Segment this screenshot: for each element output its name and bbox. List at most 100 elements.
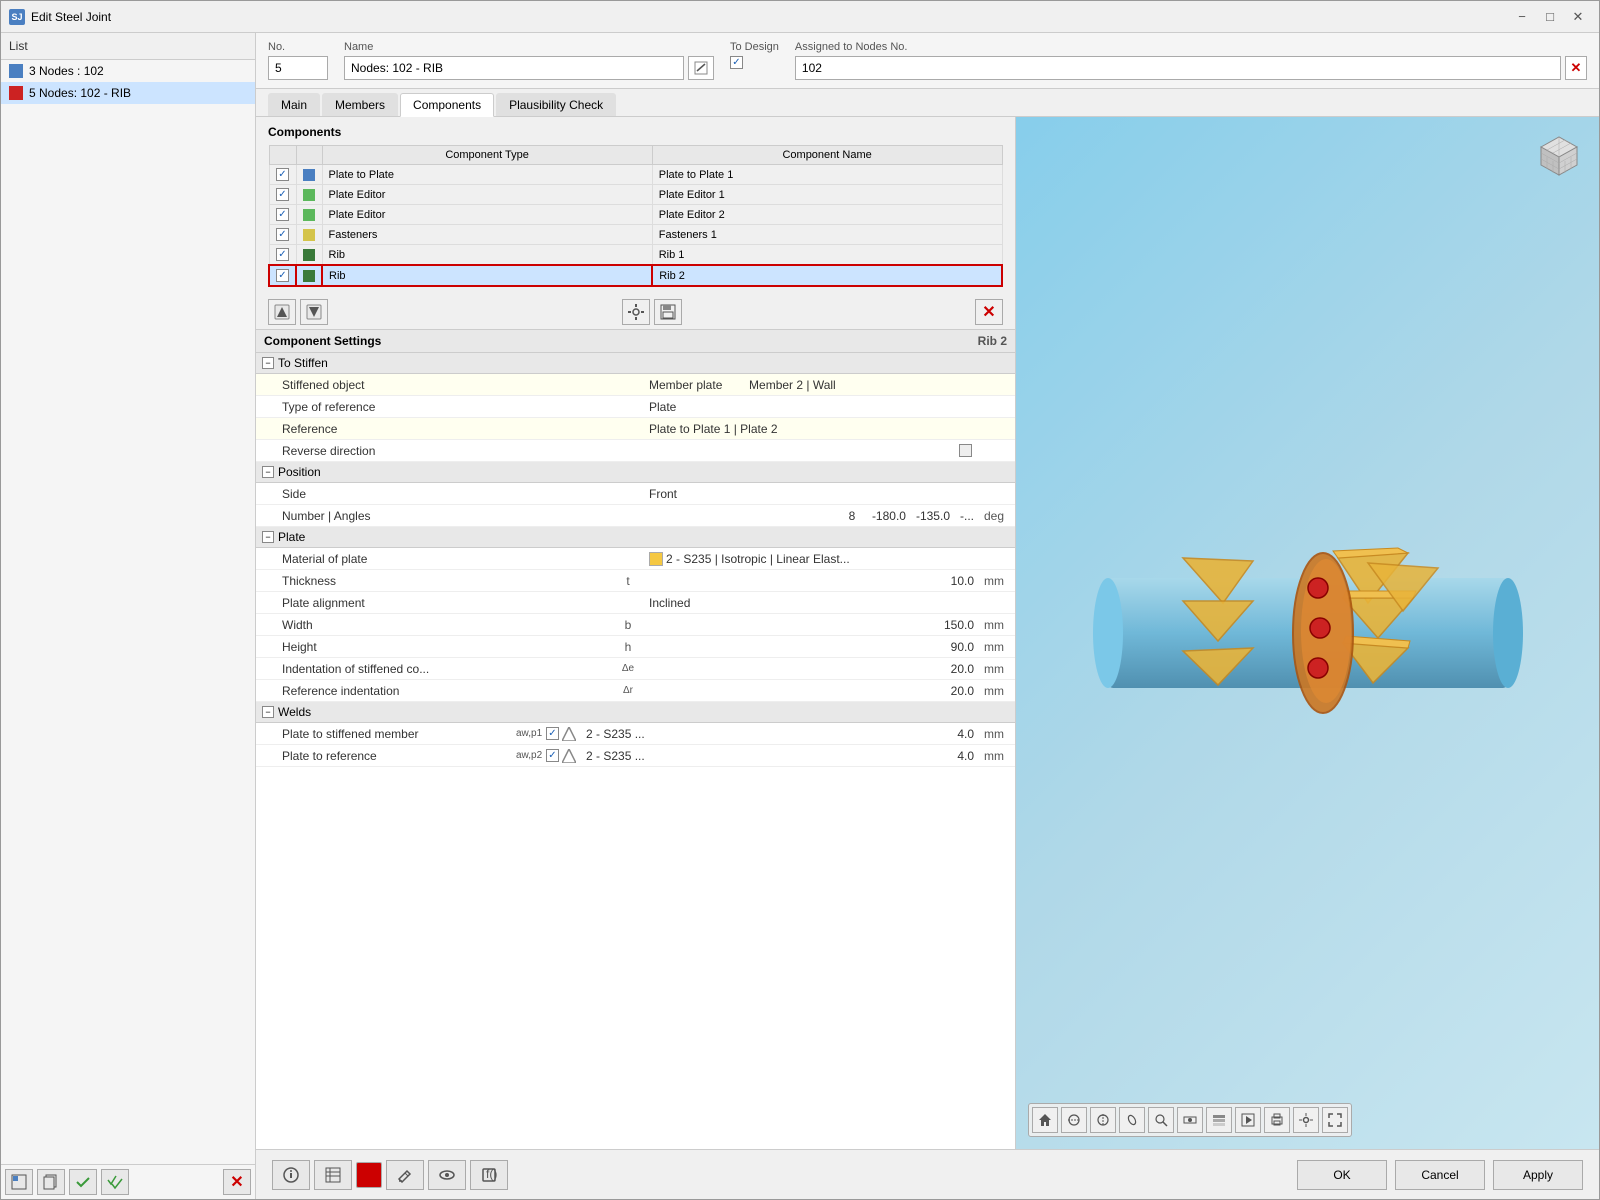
vp-render-btn[interactable] — [1235, 1107, 1261, 1133]
value-weld-stiffened-num[interactable]: 4.0 — [780, 725, 980, 743]
tab-plausibility[interactable]: Plausibility Check — [496, 93, 616, 116]
comp-row-check-0[interactable] — [276, 168, 289, 181]
symbol-stiffened — [613, 383, 643, 387]
assigned-clear-button[interactable]: ✕ — [1565, 56, 1587, 80]
ok-button[interactable]: OK — [1297, 1160, 1387, 1190]
unit-weld-reference: mm — [980, 747, 1015, 765]
sidebar-item-2[interactable]: 5 Nodes: 102 - RIB — [1, 82, 255, 104]
collapse-welds[interactable]: − — [262, 706, 274, 718]
collapse-to-stiffen[interactable]: − — [262, 357, 274, 369]
value-reference[interactable]: Plate to Plate 1 | Plate 2 — [643, 420, 980, 438]
vp-fit-btn[interactable] — [1322, 1107, 1348, 1133]
comp-row-check-3[interactable] — [276, 228, 289, 241]
comp-row-check-5[interactable] — [276, 269, 289, 282]
value-reverse — [642, 442, 980, 459]
action-calc-btn[interactable]: f() — [470, 1160, 508, 1190]
to-design-checkbox[interactable] — [730, 56, 743, 69]
no-input[interactable] — [268, 56, 328, 80]
symbol-weld-reference: aw,p2 — [512, 748, 542, 763]
comp-table-row-3[interactable]: Fasteners Fasteners 1 — [269, 225, 1002, 245]
value-height[interactable]: 90.0 — [643, 638, 980, 656]
tab-main[interactable]: Main — [268, 93, 320, 116]
comp-btn-down[interactable] — [300, 299, 328, 325]
sidebar-delete-button[interactable]: ✕ — [223, 1169, 251, 1195]
vp-view-btn[interactable] — [1177, 1107, 1203, 1133]
viewport[interactable] — [1016, 117, 1599, 1149]
value-material[interactable]: 2 - S235 | Isotropic | Linear Elast... — [643, 550, 980, 568]
name-edit-button[interactable] — [688, 56, 714, 80]
comp-type-2: Plate Editor — [322, 205, 652, 225]
sidebar-check2-button[interactable] — [101, 1169, 129, 1195]
weld-reference-check[interactable] — [546, 749, 559, 762]
value-weld-reference-num[interactable]: 4.0 — [780, 747, 980, 765]
comp-btn-gear[interactable] — [622, 299, 650, 325]
minimize-button[interactable]: − — [1509, 7, 1535, 27]
action-eye-btn[interactable] — [428, 1160, 466, 1190]
to-design-group: To Design — [730, 41, 779, 69]
collapse-plate[interactable]: − — [262, 531, 274, 543]
value-ref-indent[interactable]: 20.0 — [643, 682, 980, 700]
vp-rotate-z-btn[interactable] — [1119, 1107, 1145, 1133]
vp-settings-btn[interactable] — [1293, 1107, 1319, 1133]
value-stiffened[interactable]: Member plate Member 2 | Wall — [643, 376, 980, 394]
assigned-input[interactable] — [795, 56, 1561, 80]
group-welds-header[interactable]: − Welds — [256, 702, 1015, 723]
comp-table-row-2[interactable]: Plate Editor Plate Editor 2 — [269, 205, 1002, 225]
unit-height: mm — [980, 638, 1015, 656]
maximize-button[interactable]: □ — [1537, 7, 1563, 27]
value-width[interactable]: 150.0 — [643, 616, 980, 634]
vp-rotate-x-btn[interactable] — [1061, 1107, 1087, 1133]
comp-table-row-1[interactable]: Plate Editor Plate Editor 1 — [269, 185, 1002, 205]
comp-table-row-4[interactable]: Rib Rib 1 — [269, 245, 1002, 266]
tab-members[interactable]: Members — [322, 93, 398, 116]
unit-alignment — [980, 601, 1015, 605]
action-table-btn[interactable] — [314, 1160, 352, 1190]
action-red-btn[interactable] — [356, 1162, 382, 1188]
close-button[interactable]: ✕ — [1565, 7, 1591, 27]
assigned-input-group: ✕ — [795, 56, 1587, 80]
value-alignment[interactable]: Inclined — [643, 594, 980, 612]
comp-btn-delete[interactable]: ✕ — [975, 299, 1003, 325]
group-plate-label: Plate — [278, 530, 305, 544]
weld-stiffened-check[interactable] — [546, 727, 559, 740]
value-weld-reference[interactable]: 2 - S235 ... — [580, 747, 780, 765]
vp-zoom-btn[interactable] — [1148, 1107, 1174, 1133]
comp-table-row-5[interactable]: Rib Rib 2 — [269, 265, 1002, 286]
components-title: Components — [268, 125, 1003, 139]
sidebar-item-1[interactable]: 3 Nodes : 102 — [1, 60, 255, 82]
assigned-label: Assigned to Nodes No. — [795, 41, 1587, 53]
collapse-position[interactable]: − — [262, 466, 274, 478]
group-plate-header[interactable]: − Plate — [256, 527, 1015, 548]
nav-cube[interactable] — [1531, 129, 1587, 185]
vp-rotate-y-btn[interactable] — [1090, 1107, 1116, 1133]
cancel-button[interactable]: Cancel — [1395, 1160, 1485, 1190]
action-info-btn[interactable] — [272, 1160, 310, 1190]
name-input[interactable] — [344, 56, 684, 80]
sidebar-check1-button[interactable] — [69, 1169, 97, 1195]
group-to-stiffen-header[interactable]: − To Stiffen — [256, 353, 1015, 374]
value-thickness[interactable]: 10.0 — [643, 572, 980, 590]
comp-row-check-2[interactable] — [276, 208, 289, 221]
comp-row-check-1[interactable] — [276, 188, 289, 201]
sidebar-add-button[interactable] — [5, 1169, 33, 1195]
action-edit-btn[interactable] — [386, 1160, 424, 1190]
value-type-ref[interactable]: Plate — [643, 398, 980, 416]
comp-row-check-4[interactable] — [276, 248, 289, 261]
vp-print-btn[interactable] — [1264, 1107, 1290, 1133]
sidebar-copy-button[interactable] — [37, 1169, 65, 1195]
comp-table-row-0[interactable]: Plate to Plate Plate to Plate 1 — [269, 165, 1002, 185]
vp-home-btn[interactable] — [1032, 1107, 1058, 1133]
group-position-header[interactable]: − Position — [256, 462, 1015, 483]
reverse-checkbox[interactable] — [959, 444, 972, 457]
value-weld-stiffened[interactable]: 2 - S235 ... — [580, 725, 780, 743]
vp-layers-btn[interactable] — [1206, 1107, 1232, 1133]
value-side[interactable]: Front — [643, 485, 980, 503]
comp-btn-save[interactable] — [654, 299, 682, 325]
apply-button[interactable]: Apply — [1493, 1160, 1583, 1190]
tab-components[interactable]: Components — [400, 93, 494, 117]
value-indentation[interactable]: 20.0 — [643, 660, 980, 678]
value-angles[interactable]: 8 -180.0 -135.0 -... — [643, 507, 980, 525]
row-side: Side Front — [256, 483, 1015, 505]
col-type: Component Type — [322, 146, 652, 165]
comp-btn-up[interactable] — [268, 299, 296, 325]
